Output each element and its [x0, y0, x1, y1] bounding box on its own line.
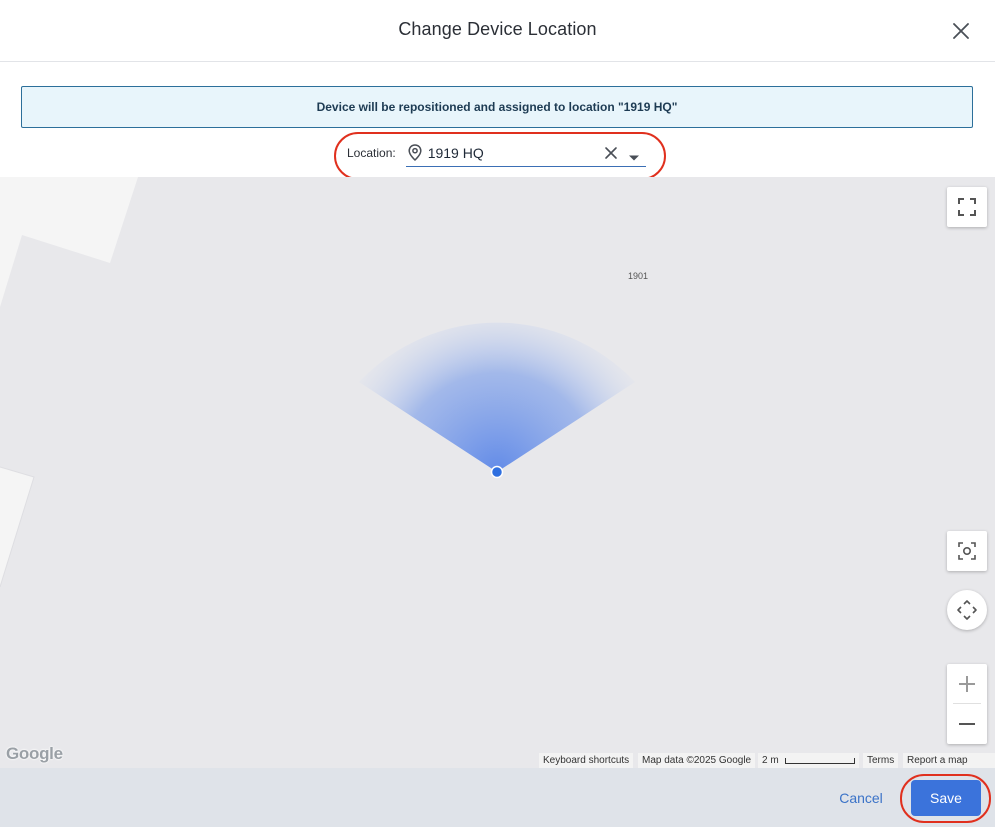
location-label: Location: — [347, 146, 396, 160]
minus-icon — [959, 723, 975, 725]
info-banner: Device will be repositioned and assigned… — [21, 86, 973, 128]
info-banner-text: Device will be repositioned and assigned… — [316, 100, 678, 114]
location-select[interactable] — [405, 139, 646, 167]
map-pin-icon — [408, 144, 424, 162]
dialog-title: Change Device Location — [398, 19, 597, 39]
plus-icon — [959, 676, 975, 692]
map-scale-label: 2 m — [762, 755, 779, 766]
map-scale[interactable]: 2 m — [758, 753, 859, 768]
terms-link[interactable]: Terms — [863, 753, 899, 768]
focus-icon — [958, 542, 976, 560]
clear-icon[interactable] — [603, 145, 619, 161]
close-icon — [953, 23, 969, 39]
google-logo: Google — [6, 744, 63, 763]
cancel-button[interactable]: Cancel — [828, 787, 894, 809]
zoom-controls — [947, 664, 987, 744]
save-button[interactable]: Save — [911, 780, 981, 816]
map-view[interactable]: 1901 Google Keyboard shortcuts Map data … — [0, 177, 995, 768]
map-data-attribution: Map data ©2025 Google — [638, 753, 756, 768]
zoom-out-button[interactable] — [947, 704, 987, 744]
report-map-error-link[interactable]: Report a map error — [903, 753, 995, 768]
focus-button[interactable] — [947, 531, 987, 571]
keyboard-shortcuts-link[interactable]: Keyboard shortcuts — [539, 753, 634, 768]
pan-button[interactable] — [947, 590, 987, 630]
zoom-in-button[interactable] — [947, 664, 987, 704]
map-building-label: 1901 — [628, 271, 649, 281]
close-button[interactable] — [948, 18, 974, 44]
caret-down-icon[interactable] — [628, 149, 640, 161]
fullscreen-icon — [958, 198, 976, 216]
fullscreen-button[interactable] — [947, 187, 987, 227]
pan-icon — [957, 600, 977, 620]
dialog-footer: Cancel Save — [0, 768, 995, 827]
map-canvas — [0, 177, 995, 768]
device-location-dot — [490, 465, 504, 479]
location-input[interactable] — [427, 141, 598, 164]
location-row: Location: — [347, 138, 646, 168]
dialog-header: Change Device Location — [0, 0, 995, 62]
map-scale-bar — [784, 758, 855, 764]
